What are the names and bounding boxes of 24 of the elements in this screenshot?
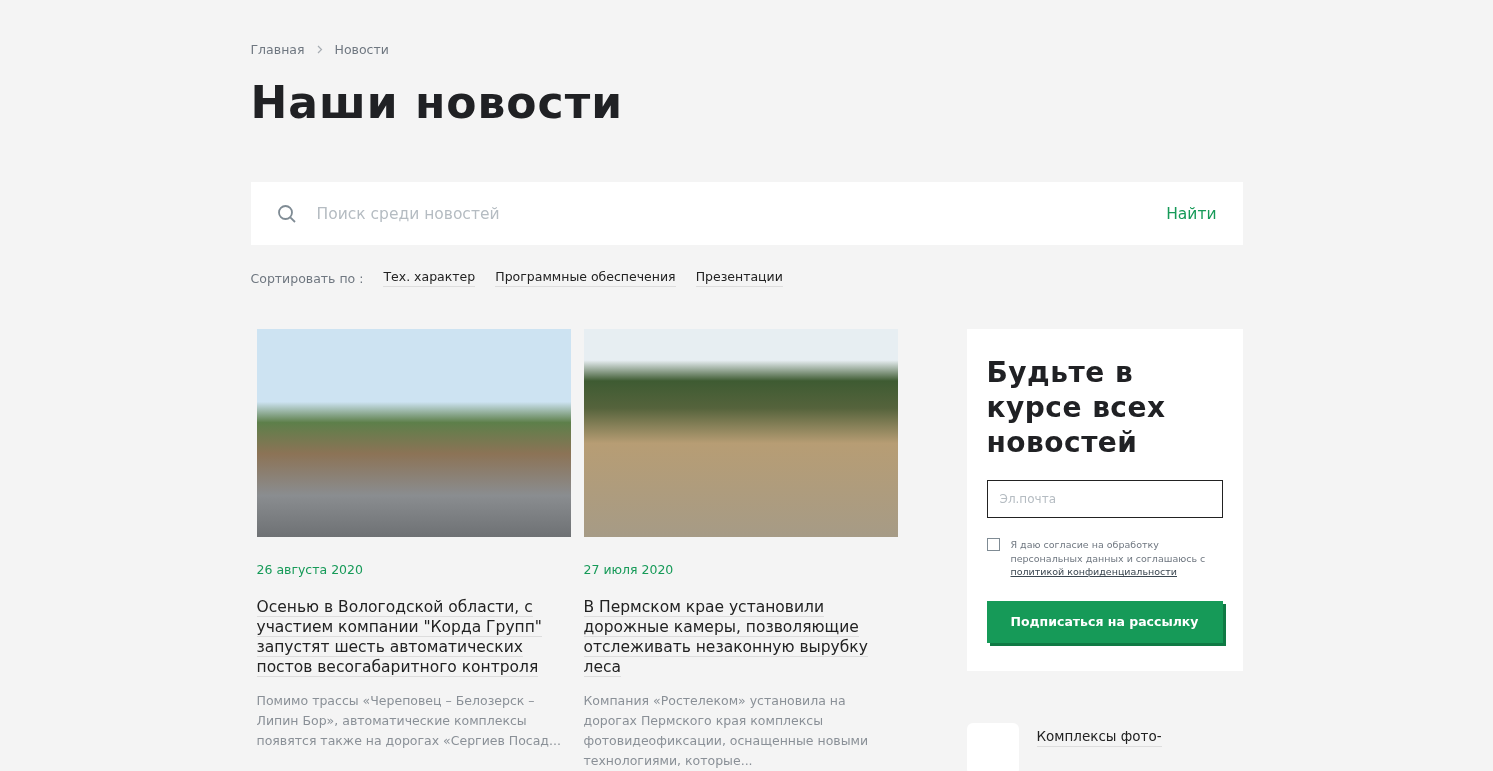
- privacy-policy-link[interactable]: политикой конфиденциальности: [1010, 566, 1177, 578]
- news-title-link[interactable]: Осенью в Вологодской области, с участием компании "Корда Групп" запустят шесть автоматических постов весогабаритного контроля: [256, 597, 571, 678]
- news-title-link[interactable]: В Пермском крае установили дорожные камеры, позволяющие отслеживать незаконную вырубку леса: [583, 597, 898, 678]
- sort-option-link[interactable]: Презентации: [695, 269, 783, 288]
- search-button[interactable]: Найти: [1166, 204, 1217, 223]
- search-icon: [276, 203, 297, 224]
- sort-label: Сортировать по :: [250, 270, 364, 286]
- chevron-right-icon: [316, 45, 323, 54]
- sort-option-link[interactable]: Тех. характер: [383, 269, 476, 288]
- news-date: 27 июля 2020: [583, 562, 675, 578]
- related-item-link[interactable]: Комплексы фото-: [1036, 727, 1162, 747]
- consent-text: Я даю согласие на обработку персональных данных и соглашаюсь с политикой конфиденциальности: [1010, 538, 1207, 579]
- email-field[interactable]: Эл.почта: [986, 480, 1223, 519]
- subscribe-title: Будьте в курсе всех новостей: [986, 355, 1167, 461]
- page-title: Наши новости: [250, 79, 624, 128]
- news-excerpt: Компания «Ростелеком» установила на дорогах Пермского края комплексы фотовидеофиксации, оснащенные новыми технологиями, которые...: [583, 692, 870, 771]
- consent-checkbox[interactable]: [986, 538, 1000, 552]
- news-date: 26 августа 2020: [256, 562, 364, 578]
- news-excerpt: Помимо трассы «Череповец – Белозерск – Липин Бор», автоматические комплексы появятся также на дорогах «Сергиев Посад...: [256, 692, 562, 751]
- breadcrumb-link[interactable]: Новости: [334, 42, 389, 57]
- search-field[interactable]: Поиск среди новостей Найти: [250, 182, 1243, 246]
- breadcrumb-link[interactable]: Главная: [250, 42, 305, 57]
- sort-option-link[interactable]: Программные обеспечения: [495, 269, 676, 288]
- subscribe-button[interactable]: Подписаться на рассылку: [986, 600, 1223, 643]
